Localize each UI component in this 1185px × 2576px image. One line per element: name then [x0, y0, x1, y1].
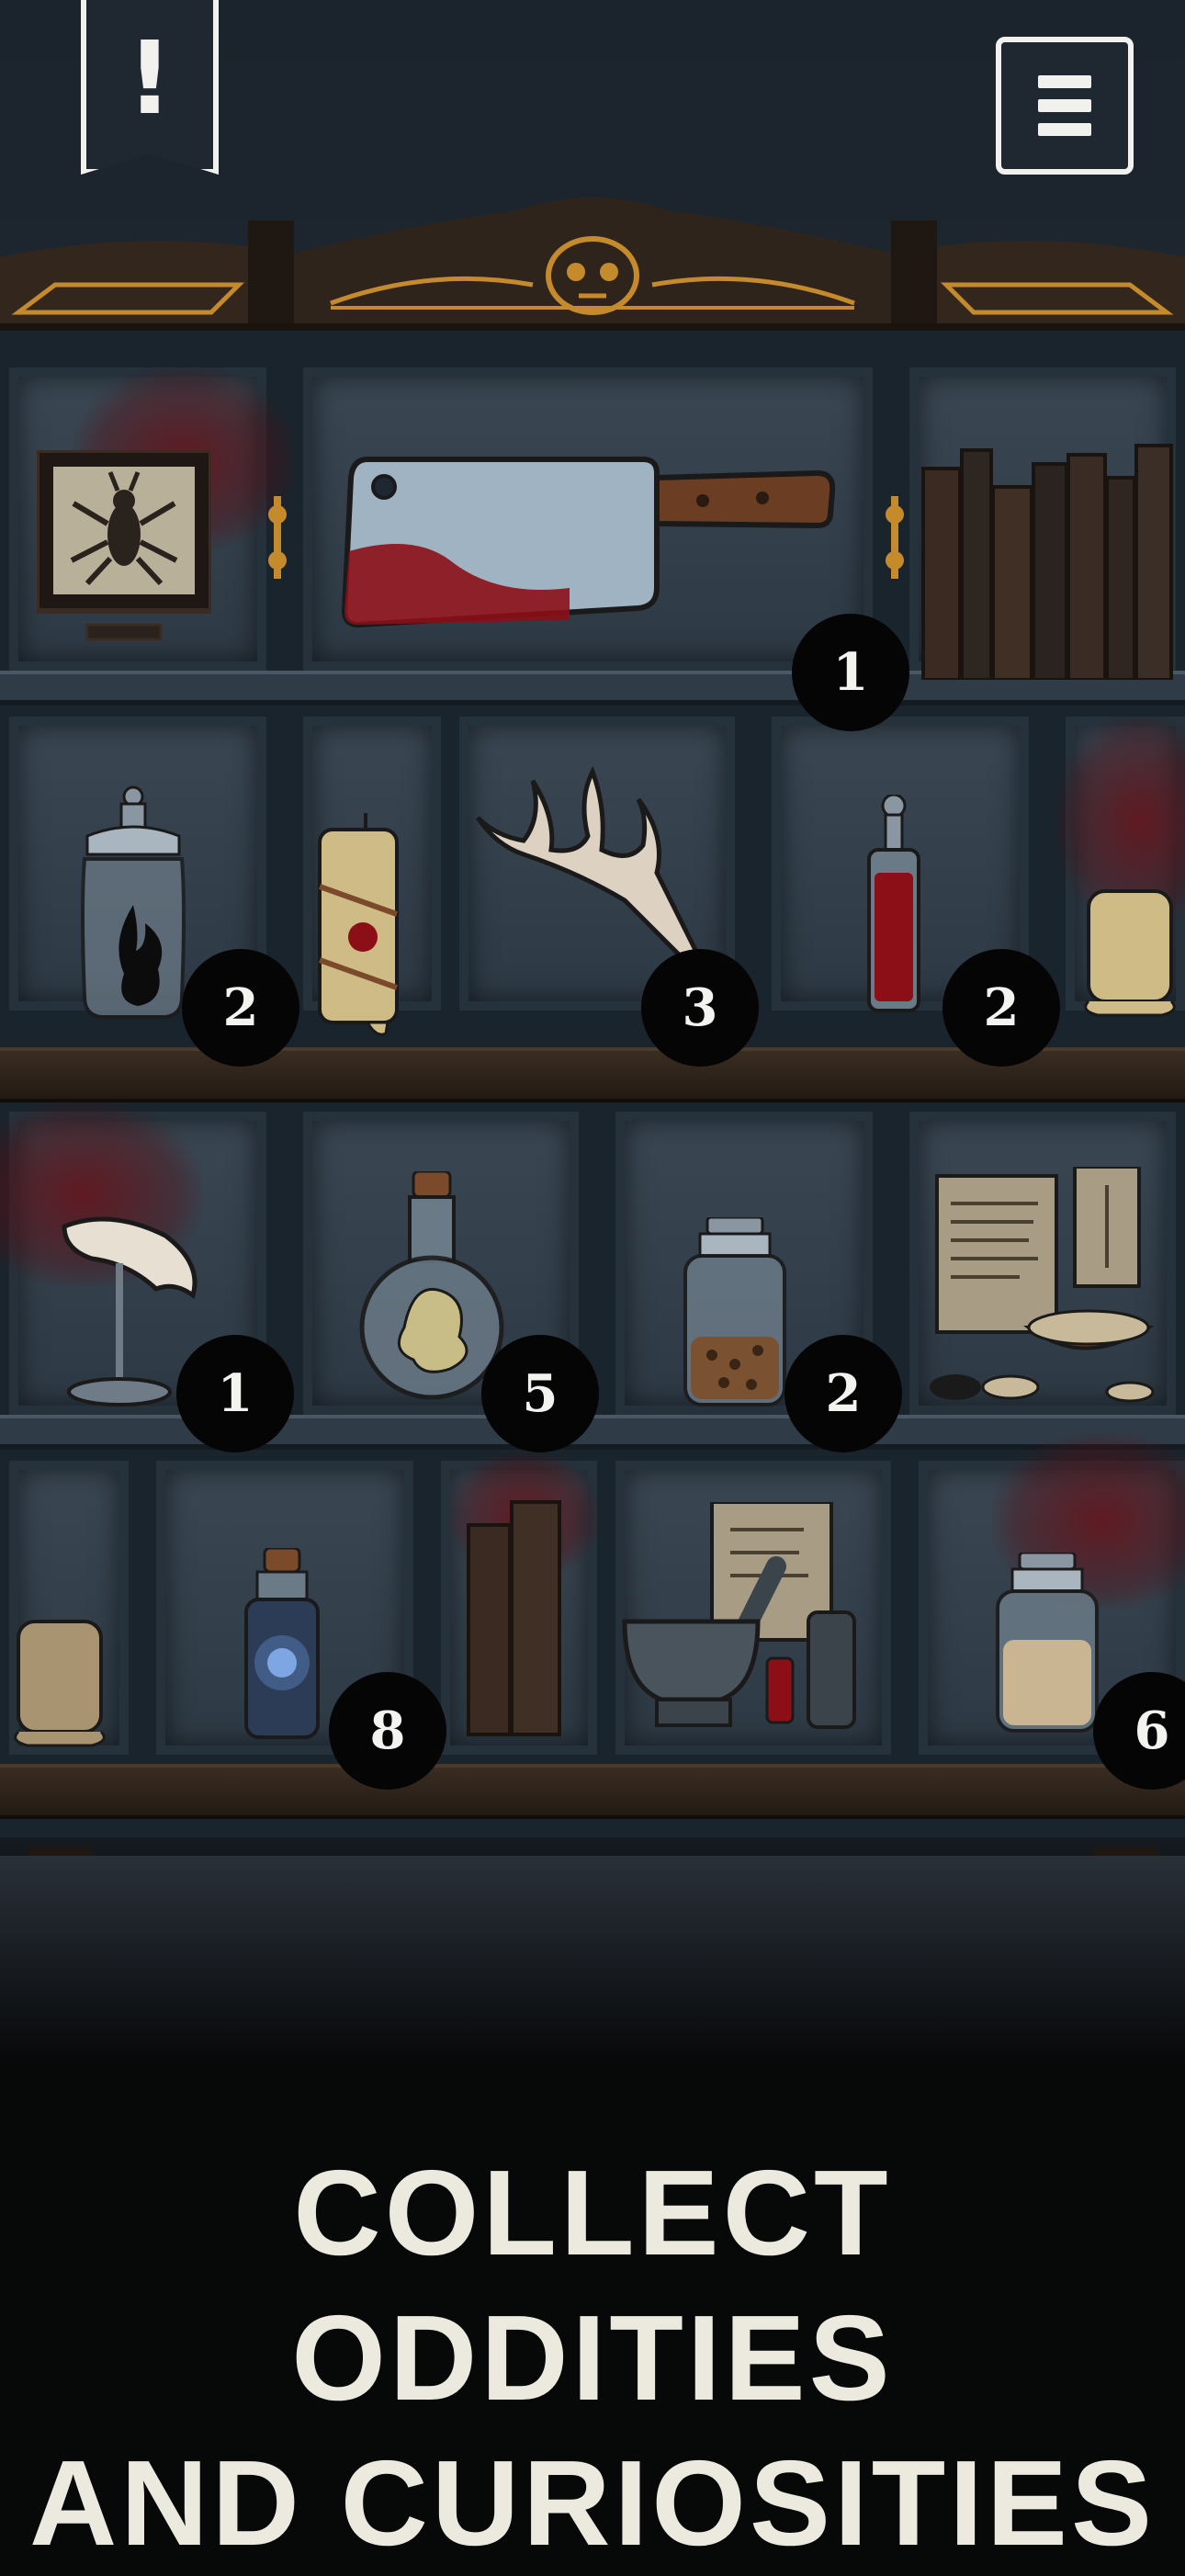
specimen-flask-icon[interactable] — [358, 1171, 505, 1410]
old-books-icon[interactable] — [464, 1497, 565, 1736]
old-books-icon[interactable] — [919, 441, 1176, 680]
count-badge-blood-vial[interactable]: 2 — [942, 949, 1060, 1067]
bloody-cleaver-icon[interactable] — [340, 450, 836, 634]
blood-vial-icon[interactable] — [862, 795, 926, 1015]
gold-hinge-icon — [886, 496, 904, 579]
flame-jar-icon[interactable] — [73, 785, 193, 1024]
gold-hinge-icon — [268, 496, 287, 579]
floor — [0, 1856, 1185, 2067]
promo-headline: COLLECT ODDITIES AND CURIOSITIES — [0, 2141, 1185, 2576]
blue-light-bottle-icon[interactable] — [241, 1548, 323, 1741]
antler-icon[interactable] — [468, 763, 698, 974]
carved-crest — [0, 198, 1185, 340]
wood-rail-bottom — [0, 1764, 1185, 1819]
count-badge-flame-jar[interactable]: 2 — [182, 949, 299, 1067]
count-badge-cleaver[interactable]: 1 — [792, 614, 909, 731]
wax-candle-icon[interactable] — [1079, 882, 1180, 1020]
headline-line-1: COLLECT ODDITIES — [291, 2145, 894, 2425]
alert-button[interactable]: ! — [81, 0, 219, 175]
seed-jar-icon[interactable] — [680, 1217, 790, 1410]
count-badge-tooth-stand[interactable]: 1 — [176, 1335, 294, 1452]
papers-bowl-icon[interactable] — [928, 1167, 1167, 1415]
mortar-pestle-icon[interactable] — [620, 1502, 868, 1741]
menu-button[interactable] — [996, 37, 1134, 175]
headline-line-2: AND CURIOSITIES — [28, 2435, 1157, 2570]
count-badge-seed-jar[interactable]: 2 — [784, 1335, 902, 1452]
count-badge-blue-light-bottle[interactable]: 8 — [329, 1672, 446, 1790]
powder-jar-icon[interactable] — [992, 1553, 1102, 1736]
beetle-frame-icon[interactable] — [37, 450, 211, 652]
count-badge-specimen-flask[interactable]: 5 — [481, 1335, 599, 1452]
count-badge-antler[interactable]: 3 — [641, 949, 759, 1067]
wax-candle-icon[interactable] — [9, 1612, 110, 1750]
wax-candle-icon[interactable] — [312, 813, 413, 1043]
exclamation-icon: ! — [126, 19, 174, 137]
